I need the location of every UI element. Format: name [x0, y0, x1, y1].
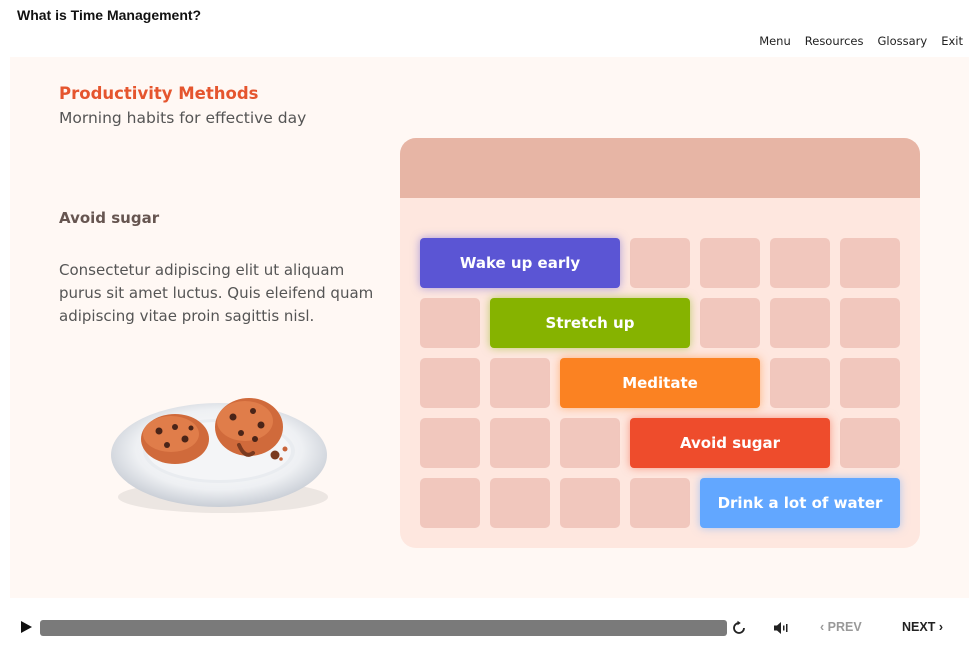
calendar-task: Drink a lot of water: [700, 478, 900, 528]
next-button[interactable]: NEXT ›: [902, 620, 943, 634]
calendar-cell: [420, 298, 480, 348]
top-nav: Menu Resources Glossary Exit: [759, 34, 963, 48]
calendar-cell: [420, 418, 480, 468]
calendar-header: [400, 138, 920, 198]
calendar-cell: [840, 298, 900, 348]
calendar-cell: [420, 358, 480, 408]
calendar-cell: [490, 358, 550, 408]
player-controls: ‹ PREV NEXT ›: [0, 610, 980, 646]
calendar-cell: [490, 478, 550, 528]
calendar-cell: [420, 478, 480, 528]
calendar-cell: [700, 238, 760, 288]
prev-label: PREV: [827, 620, 862, 634]
menu-link[interactable]: Menu: [759, 34, 791, 48]
calendar-cell: [770, 238, 830, 288]
prev-button[interactable]: ‹ PREV: [820, 620, 862, 634]
calendar-cell: [560, 478, 620, 528]
exit-link[interactable]: Exit: [941, 34, 963, 48]
calendar-cell: [770, 358, 830, 408]
calendar-task: Stretch up: [490, 298, 690, 348]
slide-content: Productivity Methods Morning habits for …: [10, 57, 969, 598]
slide-subheading: Morning habits for effective day: [59, 109, 307, 127]
calendar-cell: [490, 418, 550, 468]
calendar-cell: [560, 418, 620, 468]
replay-icon[interactable]: [731, 620, 747, 636]
calendar-cell: [770, 298, 830, 348]
volume-icon[interactable]: [773, 620, 789, 636]
cookies-plate-image: [105, 387, 335, 522]
calendar-task: Wake up early: [420, 238, 620, 288]
calendar-cell: [700, 298, 760, 348]
calendar-cell: [630, 478, 690, 528]
chevron-right-icon: ›: [935, 620, 943, 634]
calendar-cell: [840, 238, 900, 288]
glossary-link[interactable]: Glossary: [878, 34, 928, 48]
calendar-task: Avoid sugar: [630, 418, 830, 468]
play-icon[interactable]: [21, 621, 32, 633]
body-text: Consectetur adipiscing elit ut aliquam p…: [59, 261, 374, 325]
calendar-cell: [630, 238, 690, 288]
calendar-cell: [840, 418, 900, 468]
resources-link[interactable]: Resources: [805, 34, 864, 48]
slide-heading: Productivity Methods: [59, 84, 259, 103]
course-title: What is Time Management?: [17, 7, 202, 23]
progress-bar[interactable]: [40, 620, 727, 636]
calendar-task: Meditate: [560, 358, 760, 408]
weekly-calendar: Wake up early Stretch up Meditate Avoid sug…: [400, 138, 920, 548]
section-title: Avoid sugar: [59, 209, 160, 227]
next-label: NEXT: [902, 620, 936, 634]
chevron-left-icon: ‹: [820, 620, 828, 634]
calendar-cell: [840, 358, 900, 408]
